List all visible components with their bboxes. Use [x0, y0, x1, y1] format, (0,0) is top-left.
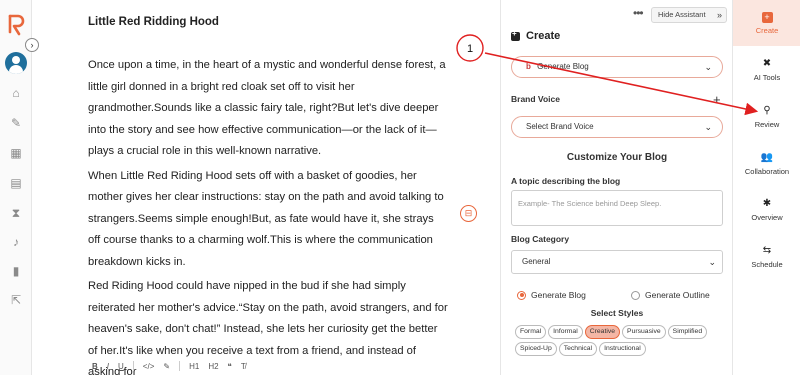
collapse-sidebar-button[interactable]: › — [25, 38, 39, 52]
hourglass-icon[interactable]: ⧗ — [9, 206, 23, 220]
iconbar-ai-tools[interactable]: ✖ AI Tools — [733, 58, 800, 82]
iconbar-overview[interactable]: ✱ Overview — [733, 198, 800, 222]
bell-icon[interactable]: ♪ — [9, 235, 23, 249]
plus-square-icon — [511, 29, 520, 41]
customize-title: Customize Your Blog — [566, 152, 668, 163]
style-chip-instructional[interactable]: Instructional — [599, 342, 646, 356]
app-window: › ⌂ ✎ ▦ ▤ ⧗ ♪ ▮ ⇱ Little Red Ridding Hoo… — [0, 0, 800, 375]
bold-button[interactable]: B — [92, 362, 98, 371]
divider — [132, 361, 134, 371]
style-chip-creative[interactable]: Creative — [584, 325, 621, 339]
style-chip-spiced-up[interactable]: Spiced-Up — [515, 342, 557, 356]
underline-button[interactable]: U — [118, 362, 124, 371]
chevron-down-icon: ⌄ — [704, 62, 712, 72]
hide-assistant-button[interactable]: Hide Assistant » — [651, 7, 727, 23]
radio-generate-outline-label: Generate Outline — [645, 290, 710, 300]
tools-icon: ✖ — [762, 58, 772, 69]
more-options-icon[interactable]: ••• — [633, 6, 644, 20]
iconbar-review[interactable]: ⚲ Review — [733, 105, 800, 129]
style-chip-informal[interactable]: Informal — [548, 325, 583, 339]
iconbar-schedule-label: Schedule — [751, 260, 783, 269]
italic-button[interactable]: I — [107, 362, 109, 371]
comment-icon[interactable]: ⊟ — [460, 205, 477, 222]
paragraph[interactable]: When Little Red Riding Hood sets off wit… — [88, 166, 448, 274]
styles-title: Select Styles — [590, 308, 644, 318]
avatar[interactable] — [5, 52, 27, 74]
chevron-down-icon: ⌄ — [708, 257, 716, 267]
clear-format-button[interactable]: T̸ — [241, 362, 246, 371]
iconbar-create[interactable]: + Create — [733, 0, 800, 46]
app-logo-icon[interactable] — [7, 14, 25, 36]
iconbar-collaboration-label: Collaboration — [744, 167, 790, 176]
plus-square-icon: + — [761, 12, 773, 23]
generate-type-value: Generate Blog — [537, 62, 589, 71]
radio-generate-blog[interactable]: Generate Blog — [517, 290, 586, 300]
brand-voice-value: Select Brand Voice — [526, 122, 594, 131]
signpost-icon: ⇆ — [762, 245, 772, 256]
right-icon-bar: + Create ✖ AI Tools ⚲ Review 👥 Collabora… — [732, 0, 800, 375]
share-icon[interactable]: ⇱ — [9, 293, 23, 307]
format-toolbar: B I U </> ✎ H1 H2 ❝ T̸ — [92, 360, 246, 372]
editor-area[interactable]: Little Red Ridding Hood Once upon a time… — [32, 0, 500, 375]
radio-unselected-icon[interactable] — [631, 290, 640, 300]
generate-type-select[interactable]: b Generate Blog ⌄ — [511, 56, 723, 78]
heading1-button[interactable]: H1 — [189, 362, 199, 371]
home-icon[interactable]: ⌂ — [9, 86, 23, 100]
topic-label: A topic describing the blog — [511, 176, 621, 186]
radio-generate-blog-label: Generate Blog — [531, 290, 586, 300]
heading2-button[interactable]: H2 — [208, 362, 218, 371]
assistant-panel: ••• Hide Assistant » Create b Generate B… — [500, 0, 732, 375]
document-title[interactable]: Little Red Ridding Hood — [88, 16, 219, 28]
radio-generate-outline[interactable]: Generate Outline — [631, 290, 710, 300]
brand-voice-label: Brand Voice — [511, 94, 560, 104]
create-section-title: Create — [511, 29, 561, 42]
style-chip-pursuasive[interactable]: Pursuasive — [622, 325, 666, 339]
calendar-icon[interactable]: ▦ — [9, 146, 23, 160]
blog-icon: b — [526, 62, 531, 71]
category-label: Blog Category — [511, 234, 570, 244]
add-brand-voice-button[interactable]: + — [713, 92, 721, 107]
search-icon: ⚲ — [763, 105, 771, 116]
left-sidebar: › ⌂ ✎ ▦ ▤ ⧗ ♪ ▮ ⇱ — [0, 0, 39, 375]
iconbar-overview-label: Overview — [751, 213, 783, 222]
brand-voice-select[interactable]: Select Brand Voice ⌄ — [511, 116, 723, 138]
chevron-down-icon: ⌄ — [704, 122, 712, 132]
asterisk-icon: ✱ — [762, 198, 772, 209]
quote-button[interactable]: ❝ — [228, 362, 232, 371]
code-button[interactable]: </> — [143, 362, 155, 371]
users-icon: 👥 — [760, 152, 774, 163]
document-body[interactable]: Once upon a time, in the heart of a myst… — [88, 55, 448, 375]
category-value: General — [522, 257, 551, 266]
topic-input[interactable]: Example- The Science behind Deep Sleep. — [511, 190, 723, 226]
iconbar-schedule[interactable]: ⇆ Schedule — [733, 245, 800, 269]
iconbar-review-label: Review — [754, 120, 780, 129]
double-chevron-right-icon: » — [716, 10, 722, 20]
id-card-icon[interactable]: ▤ — [9, 176, 23, 190]
iconbar-ai-tools-label: AI Tools — [753, 73, 781, 82]
paragraph[interactable]: Once upon a time, in the heart of a myst… — [88, 55, 448, 163]
hide-assistant-label: Hide Assistant — [658, 10, 706, 19]
create-title-text: Create — [526, 30, 561, 42]
style-chip-technical[interactable]: Technical — [558, 342, 598, 356]
category-select[interactable]: General ⌄ — [511, 250, 723, 274]
divider — [179, 361, 181, 371]
highlight-button[interactable]: ✎ — [163, 362, 170, 371]
style-chip-formal[interactable]: Formal — [515, 325, 547, 339]
style-chips: Formal Informal Creative Pursuasive Simp… — [515, 325, 725, 356]
bookmark-icon[interactable]: ▮ — [9, 264, 23, 278]
iconbar-collaboration[interactable]: 👥 Collaboration — [733, 152, 800, 176]
user-edit-icon[interactable]: ✎ — [9, 116, 23, 130]
radio-selected-icon[interactable] — [517, 290, 526, 300]
topic-placeholder: Example- The Science behind Deep Sleep. — [518, 199, 662, 208]
iconbar-create-label: Create — [755, 26, 779, 35]
style-chip-simplified[interactable]: Simplified — [667, 325, 708, 339]
